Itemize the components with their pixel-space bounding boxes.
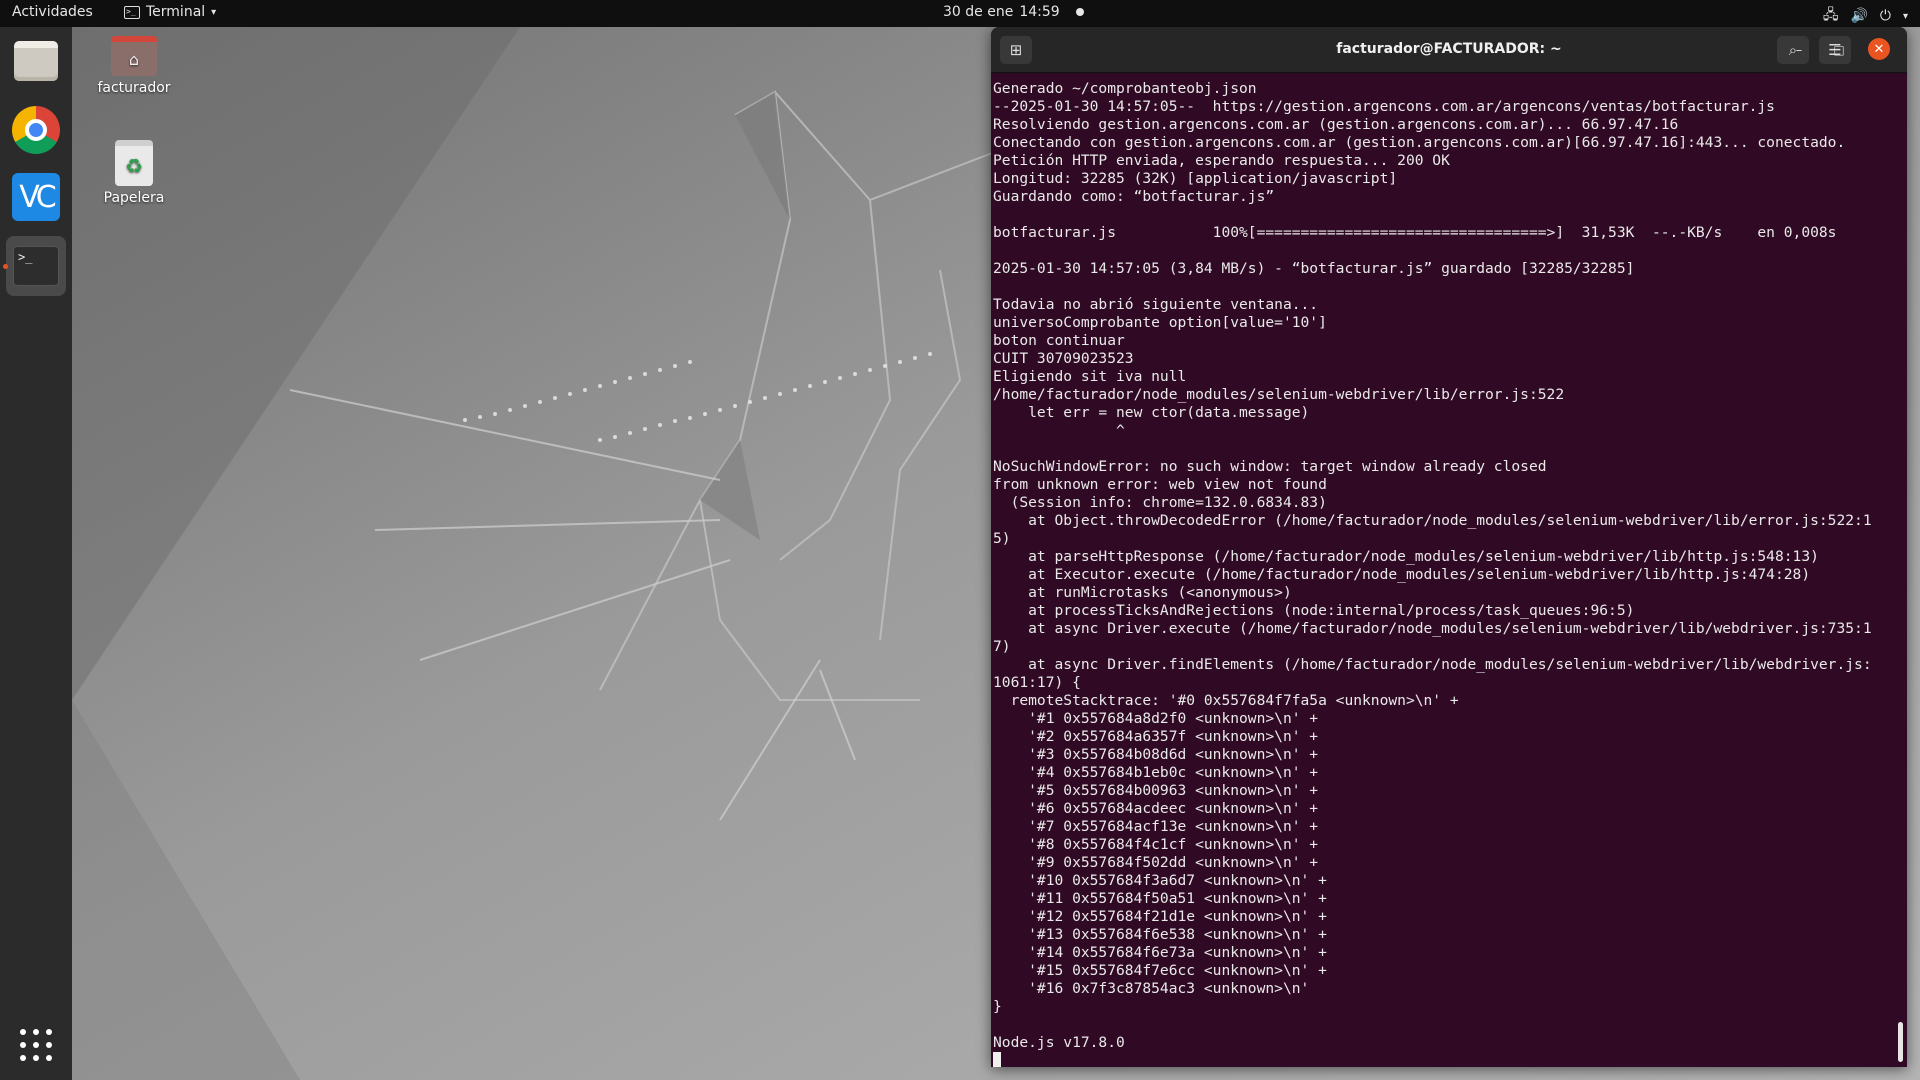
terminal-line: '#6 0x557684acdeec <unknown>\n' +	[993, 800, 1319, 817]
desktop-trash-label: Papelera	[103, 190, 165, 206]
apps-grid-icon[interactable]	[20, 1029, 52, 1061]
terminal-line: boton continuar	[993, 332, 1125, 349]
terminal-line: '#9 0x557684f502dd <unknown>\n' +	[993, 854, 1319, 871]
network-icon[interactable]: 🖧	[1823, 4, 1839, 28]
terminal-line: (Session info: chrome=132.0.6834.83)	[993, 494, 1327, 511]
terminal-line: Conectando con gestion.argencons.com.ar …	[993, 134, 1846, 151]
terminal-line: 1061:17) {	[993, 674, 1081, 691]
app-menu[interactable]: >_ Terminal ▾	[124, 4, 216, 20]
terminal-line: Petición HTTP enviada, esperando respues…	[993, 152, 1450, 169]
terminal-title: facturador@FACTURADOR: ~	[1336, 41, 1562, 57]
terminal-line: let err = new ctor(data.message)	[993, 404, 1310, 421]
terminal-line: 5)	[993, 530, 1011, 547]
dock-chrome[interactable]	[6, 100, 66, 160]
terminal-line: '#10 0x557684f3a6d7 <unknown>\n' +	[993, 872, 1327, 889]
chevron-down-icon: ▾	[211, 6, 217, 18]
terminal-line: '#1 0x557684a8d2f0 <unknown>\n' +	[993, 710, 1319, 727]
terminal-line: '#7 0x557684acf13e <unknown>\n' +	[993, 818, 1319, 835]
close-icon[interactable]: ✕	[1868, 38, 1890, 60]
terminal-line: botfacturar.js 100%[====================…	[993, 224, 1837, 241]
top-bar: Actividades >_ Terminal ▾ 30 de ene 14:5…	[0, 0, 1920, 27]
terminal-line: 2025-01-30 14:57:05 (3,84 MB/s) - “botfa…	[993, 260, 1635, 277]
terminal-line: Generado ~/comprobanteobj.json	[993, 80, 1257, 97]
terminal-line: NoSuchWindowError: no such window: targe…	[993, 458, 1547, 475]
terminal-scrollbar[interactable]	[1898, 1022, 1903, 1062]
clock-time: 14:59	[1019, 4, 1060, 20]
minimize-button[interactable]	[991, 38, 1015, 62]
power-icon[interactable]: ⏻	[1880, 8, 1891, 24]
terminal-line: '#3 0x557684b08d6d <unknown>\n' +	[993, 746, 1319, 763]
terminal-icon: >_	[13, 246, 59, 286]
terminal-line: at async Driver.execute (/home/facturado…	[993, 620, 1872, 637]
dock-vscode[interactable]: VC	[6, 167, 66, 227]
terminal-line: '#5 0x557684b00963 <unknown>\n' +	[993, 782, 1319, 799]
dock-files[interactable]	[6, 31, 66, 91]
clock[interactable]: 30 de ene 14:59	[943, 4, 1084, 20]
terminal-line: at Executor.execute (/home/facturador/no…	[993, 566, 1811, 583]
terminal-line: '#2 0x557684a6357f <unknown>\n' +	[993, 728, 1319, 745]
volume-icon[interactable]: 🔊	[1850, 8, 1867, 24]
desktop-trash[interactable]: ♻ Papelera	[84, 140, 184, 206]
terminal-prompt-line[interactable]	[993, 1052, 1907, 1067]
terminal-line: at processTicksAndRejections (node:inter…	[993, 602, 1635, 619]
desktop-home-folder[interactable]: ⌂ facturador	[84, 36, 184, 96]
terminal-line: ^	[993, 422, 1125, 439]
terminal-app-icon: >_	[124, 5, 140, 19]
vscode-icon-label: VC	[19, 179, 57, 215]
files-icon	[14, 41, 58, 81]
system-tray[interactable]: 🖧 🔊 ⏻ ▾	[1823, 4, 1908, 28]
running-indicator-icon	[3, 264, 8, 269]
app-menu-label: Terminal	[146, 4, 206, 20]
terminal-line: Longitud: 32285 (32K) [application/javas…	[993, 170, 1398, 187]
dock: VC >_	[0, 27, 72, 1080]
terminal-line: '#8 0x557684f4c1cf <unknown>\n' +	[993, 836, 1319, 853]
terminal-line: Todavia no abrió siguiente ventana...	[993, 296, 1319, 313]
terminal-line: remoteStacktrace: '#0 0x557684f7fa5a <un…	[993, 692, 1459, 709]
terminal-line: '#12 0x557684f21d1e <unknown>\n' +	[993, 908, 1327, 925]
activities-button[interactable]: Actividades	[12, 4, 93, 20]
terminal-line: '#13 0x557684f6e538 <unknown>\n' +	[993, 926, 1327, 943]
terminal-line: '#11 0x557684f50a51 <unknown>\n' +	[993, 890, 1327, 907]
terminal-line: from unknown error: web view not found	[993, 476, 1327, 493]
text-cursor-icon	[993, 1052, 1001, 1067]
terminal-line: Eligiendo sit iva null	[993, 368, 1187, 385]
terminal-line: '#15 0x557684f7e6cc <unknown>\n' +	[993, 962, 1327, 979]
terminal-line: Node.js v17.8.0	[993, 1034, 1125, 1051]
terminal-line: '#14 0x557684f6e73a <unknown>\n' +	[993, 944, 1327, 961]
terminal-line: CUIT 30709023523	[993, 350, 1134, 367]
terminal-line: universoComprobante option[value='10']	[993, 314, 1327, 331]
chevron-down-icon[interactable]: ▾	[1903, 11, 1908, 22]
terminal-line: Resolviendo gestion.argencons.com.ar (ge…	[993, 116, 1679, 133]
maximize-icon[interactable]: □	[1827, 38, 1851, 62]
terminal-line: Guardando como: “botfacturar.js”	[993, 188, 1275, 205]
terminal-line: at async Driver.findElements (/home/fact…	[993, 656, 1872, 673]
terminal-line: }	[993, 998, 1002, 1015]
terminal-line: --2025-01-30 14:57:05-- https://gestion.…	[993, 98, 1775, 115]
terminal-line: at parseHttpResponse (/home/facturador/n…	[993, 548, 1819, 565]
vscode-icon: VC	[12, 173, 60, 221]
terminal-headerbar[interactable]: ⊞ facturador@FACTURADOR: ~ ⌕ ☰	[991, 27, 1907, 73]
trash-icon: ♻	[115, 140, 153, 186]
terminal-line: at runMicrotasks (<anonymous>)	[993, 584, 1292, 601]
terminal-line: '#4 0x557684b1eb0c <unknown>\n' +	[993, 764, 1319, 781]
terminal-output[interactable]: Generado ~/comprobanteobj.json --2025-01-…	[991, 73, 1907, 1067]
notification-dot-icon	[1075, 8, 1084, 16]
terminal-line: /home/facturador/node_modules/selenium-w…	[993, 386, 1565, 403]
terminal-line: '#16 0x7f3c87854ac3 <unknown>\n'	[993, 980, 1310, 997]
dock-terminal[interactable]: >_	[6, 236, 66, 296]
clock-date: 30 de ene	[943, 4, 1014, 20]
chrome-icon	[12, 106, 60, 154]
terminal-window[interactable]: ⊞ facturador@FACTURADOR: ~ ⌕ ☰ Generado …	[991, 27, 1907, 1067]
minimize-icon[interactable]: –	[1787, 38, 1811, 62]
terminal-line: at Object.throwDecodedError (/home/factu…	[993, 512, 1872, 529]
home-folder-icon: ⌂	[111, 36, 157, 76]
desktop-home-label: facturador	[97, 80, 171, 96]
terminal-line: 7)	[993, 638, 1011, 655]
